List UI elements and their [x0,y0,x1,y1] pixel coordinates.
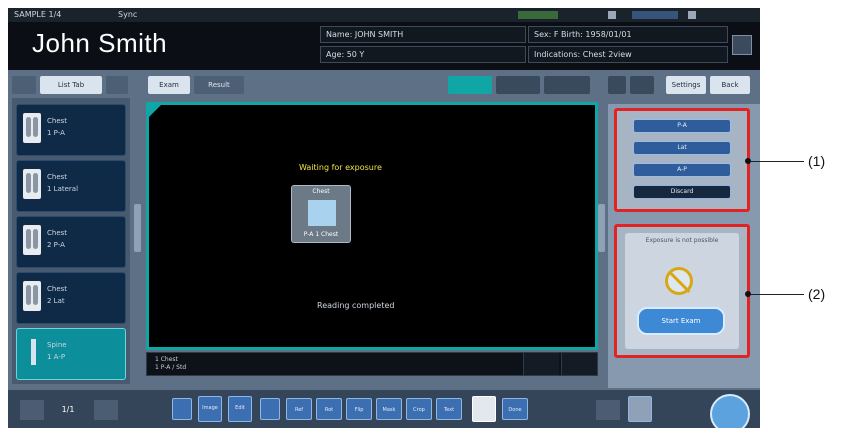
collapse-right-handle[interactable] [598,204,605,252]
toolbar-button-1[interactable] [172,398,192,420]
rotate-button[interactable]: Rot [316,398,342,420]
prev-page-button[interactable] [20,400,44,420]
tab-settings[interactable]: Settings [666,76,706,94]
exposure-lat-button[interactable]: Lat [633,141,731,155]
sex-birth-field: Sex: F Birth: 1958/01/01 [528,26,728,43]
crop-button[interactable]: Crop [406,398,432,420]
next-page-button[interactable] [94,400,118,420]
patient-info-button[interactable] [732,35,752,55]
edit-tool-button[interactable]: Edit [228,396,252,422]
exposure-pa-button[interactable]: P-A [633,119,731,133]
chest-xray-icon [23,225,41,255]
callout-line-2 [750,294,804,295]
application-window: SAMPLE 1/4 Sync John Smith Name: JOHN SM… [8,8,760,428]
center-tab-row: Exam Result [146,74,598,96]
viewer-corner-marker [149,105,161,117]
tab-result[interactable]: Result [194,76,244,94]
mask-button[interactable]: Mask [376,398,402,420]
callout-label-2: (2) [808,286,826,302]
tab-left-3[interactable] [106,76,128,94]
footer-button-2[interactable] [561,353,597,375]
patient-name: John Smith [32,28,168,58]
rewind-button[interactable] [596,400,620,420]
reading-status: Reading completed [317,301,395,310]
output-button[interactable] [628,396,652,422]
reset-button[interactable] [472,396,496,422]
detector-icon [308,200,336,226]
exposure-thumbnail[interactable]: Chest 1 Lateral [16,160,126,212]
status-bar: SAMPLE 1/4 Sync [8,8,760,22]
tab-left-1[interactable] [12,76,36,94]
exam-icon-label-top: Chest [312,188,330,195]
right-panel: P-A Lat A-P Discard Exposure is not poss… [608,104,760,388]
thumbnail-label: Spine 1 A-P [47,341,67,361]
page-indicator: 1/1 [61,405,75,414]
chest-xray-icon [23,281,41,311]
battery-icon [632,11,678,19]
spine-icon [31,339,36,365]
start-exam-button[interactable]: Start Exam [637,307,725,335]
reference-button[interactable]: Ref [286,398,312,420]
done-button[interactable]: Done [502,398,528,420]
waiting-label: Waiting for exposure [299,163,382,172]
exposure-status-card: Exposure is not possible Start Exam [625,233,739,349]
tab-back[interactable]: Back [710,76,750,94]
patient-name-field: Name: JOHN SMITH [320,26,526,43]
exposure-ready-button[interactable] [710,394,750,428]
image-tool-button[interactable]: Image [198,396,222,422]
chest-xray-icon [23,169,41,199]
exam-icon-label-bottom: P-A 1 Chest [303,231,339,238]
discard-button[interactable]: Discard [633,185,731,199]
exposure-thumbnail[interactable]: Chest 1 P-A [16,104,126,156]
callout-label-1: (1) [808,153,826,169]
exposure-list-sidebar: Chest 1 P-A Chest 1 Lateral Chest 2 P-A Che… [12,98,130,384]
tab-list[interactable]: List Tab [40,76,102,94]
exposure-thumbnail[interactable]: Chest 2 P-A [16,216,126,268]
exposure-message: Exposure is not possible [645,237,719,244]
viewer-footer-text: 1 Chest 1 P-A / Std [155,356,187,371]
toolbar-button-4[interactable] [260,398,280,420]
flip-button[interactable]: Flip [346,398,372,420]
thumbnail-label: Chest 2 P-A [47,229,68,249]
exposure-status-panel: Exposure is not possible Start Exam [614,224,750,358]
bottom-toolbar: 1/1 Image Edit Ref Rot Flip Mask Crop Te… [8,390,760,428]
bell-icon [688,11,696,19]
thumbnail-label: Chest 1 Lateral [47,173,79,193]
exposure-buttons-panel: P-A Lat A-P Discard [614,108,750,212]
tab-right-2[interactable] [630,76,654,94]
right-tab-row: Settings Back [608,74,758,96]
view-mode-double-button[interactable] [496,76,540,94]
indications-field: Indications: Chest 2view [528,46,728,63]
view-mode-single-button[interactable] [448,76,492,94]
status-left-text: SAMPLE 1/4 [14,10,62,19]
thumbnail-label: Chest 2 Lat [47,285,68,305]
collapse-left-handle[interactable] [134,204,141,252]
viewer-footer: 1 Chest 1 P-A / Std [146,352,598,376]
header-bar: SAMPLE 1/4 Sync John Smith Name: JOHN SM… [8,8,760,70]
network-indicator-icon [518,11,558,19]
exposure-ap-button[interactable]: A-P [633,163,731,177]
tab-right-1[interactable] [608,76,626,94]
chest-xray-icon [23,113,41,143]
tab-exam[interactable]: Exam [148,76,190,94]
age-field: Age: 50 Y [320,46,526,63]
exam-icon: Chest P-A 1 Chest [291,185,351,243]
thumbnail-label: Chest 1 P-A [47,117,68,137]
left-tab-row: List Tab [12,74,130,96]
callout-line-1 [750,161,804,162]
prohibited-icon [665,267,693,295]
footer-button-1[interactable] [523,353,559,375]
view-mode-quad-button[interactable] [544,76,590,94]
text-button[interactable]: Text [436,398,462,420]
printer-icon [608,11,616,19]
image-viewer[interactable]: Waiting for exposure Chest P-A 1 Chest R… [146,102,598,350]
exposure-thumbnail-selected[interactable]: Spine 1 A-P [16,328,126,380]
exposure-thumbnail[interactable]: Chest 2 Lat [16,272,126,324]
status-sync-text: Sync [118,10,138,19]
